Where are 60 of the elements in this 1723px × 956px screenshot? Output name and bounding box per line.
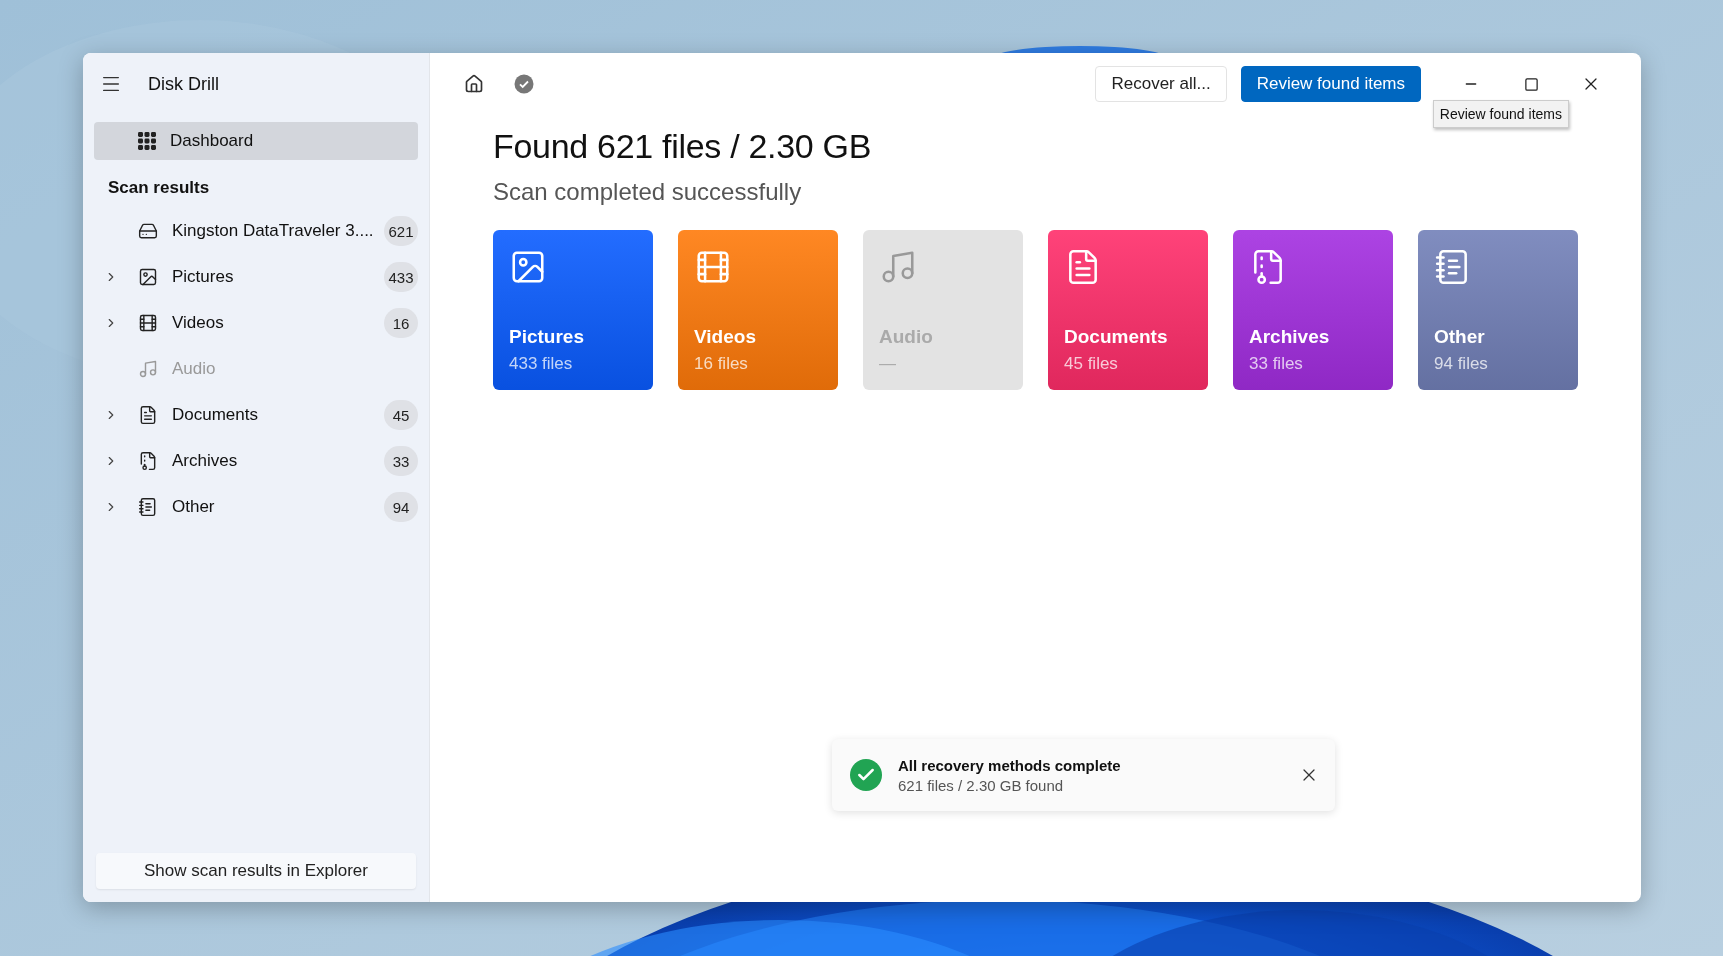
item-label: Audio bbox=[172, 359, 217, 379]
archive-icon bbox=[138, 451, 158, 471]
card-title: Other bbox=[1434, 326, 1486, 348]
check-circle-icon[interactable] bbox=[514, 74, 534, 94]
card-title: Pictures bbox=[509, 326, 585, 348]
dashboard-item[interactable]: Dashboard bbox=[94, 122, 418, 160]
film-icon bbox=[694, 248, 732, 286]
home-icon[interactable] bbox=[464, 74, 484, 94]
category-card[interactable]: Archives 33 files bbox=[1233, 230, 1393, 390]
count-badge: 433 bbox=[384, 262, 418, 292]
section-title: Scan results bbox=[107, 177, 211, 199]
item-label: Kingston DataTraveler 3.... bbox=[172, 221, 375, 241]
item-label: Archives bbox=[172, 451, 239, 471]
toast-title: All recovery methods complete bbox=[898, 756, 1122, 774]
count-badge: 45 bbox=[384, 400, 418, 430]
image-icon bbox=[138, 267, 158, 287]
maximize-icon[interactable] bbox=[1523, 76, 1539, 92]
tooltip: Review found items bbox=[1432, 100, 1569, 128]
card-title: Videos bbox=[694, 326, 757, 348]
app-title: Disk Drill bbox=[148, 73, 219, 95]
sidebar-item[interactable]: Other 94 bbox=[94, 484, 418, 530]
card-title: Documents bbox=[1064, 326, 1169, 348]
image-icon bbox=[509, 248, 547, 286]
film-icon bbox=[138, 313, 158, 333]
recover-all-button[interactable]: Recover all... bbox=[1095, 66, 1227, 102]
category-card[interactable]: Documents 45 files bbox=[1048, 230, 1208, 390]
count-badge: 16 bbox=[384, 308, 418, 338]
summary-subtitle: Scan completed successfully bbox=[493, 178, 803, 206]
music-note-icon bbox=[138, 359, 158, 379]
card-count: 45 files bbox=[1064, 354, 1119, 374]
drive-icon bbox=[138, 221, 158, 241]
show-in-explorer-button[interactable]: Show scan results in Explorer bbox=[96, 853, 416, 889]
sidebar-item[interactable]: Archives 33 bbox=[94, 438, 418, 484]
card-count: 33 files bbox=[1249, 354, 1304, 374]
sidebar-item[interactable]: Kingston DataTraveler 3.... 621 bbox=[94, 208, 418, 254]
card-count: 94 files bbox=[1434, 354, 1489, 374]
document-icon bbox=[138, 405, 158, 425]
item-label: Other bbox=[172, 497, 216, 517]
count-badge: 33 bbox=[384, 446, 418, 476]
card-title: Audio bbox=[879, 326, 934, 348]
toast-message: 621 files / 2.30 GB found bbox=[898, 776, 1065, 794]
category-card[interactable]: Other 94 files bbox=[1418, 230, 1578, 390]
card-count: — bbox=[879, 354, 897, 374]
card-title: Archives bbox=[1249, 326, 1331, 348]
item-label: Documents bbox=[172, 405, 259, 425]
category-card[interactable]: Pictures 433 files bbox=[493, 230, 653, 390]
grid-icon bbox=[138, 132, 156, 150]
item-label: Videos bbox=[172, 313, 225, 333]
sidebar-item[interactable]: Pictures 433 bbox=[94, 254, 418, 300]
summary-title: Found 621 files / 2.30 GB bbox=[493, 127, 873, 166]
review-button[interactable]: Review found items bbox=[1240, 66, 1421, 102]
sidebar-item[interactable]: Documents 45 bbox=[94, 392, 418, 438]
card-count: 433 files bbox=[509, 354, 574, 374]
count-badge: 621 bbox=[384, 216, 418, 246]
sidebar-item[interactable]: Videos 16 bbox=[94, 300, 418, 346]
count-badge: 94 bbox=[384, 492, 418, 522]
item-label: Pictures bbox=[172, 267, 235, 287]
card-count: 16 files bbox=[694, 354, 749, 374]
note-icon bbox=[138, 497, 158, 517]
success-icon bbox=[850, 759, 882, 791]
